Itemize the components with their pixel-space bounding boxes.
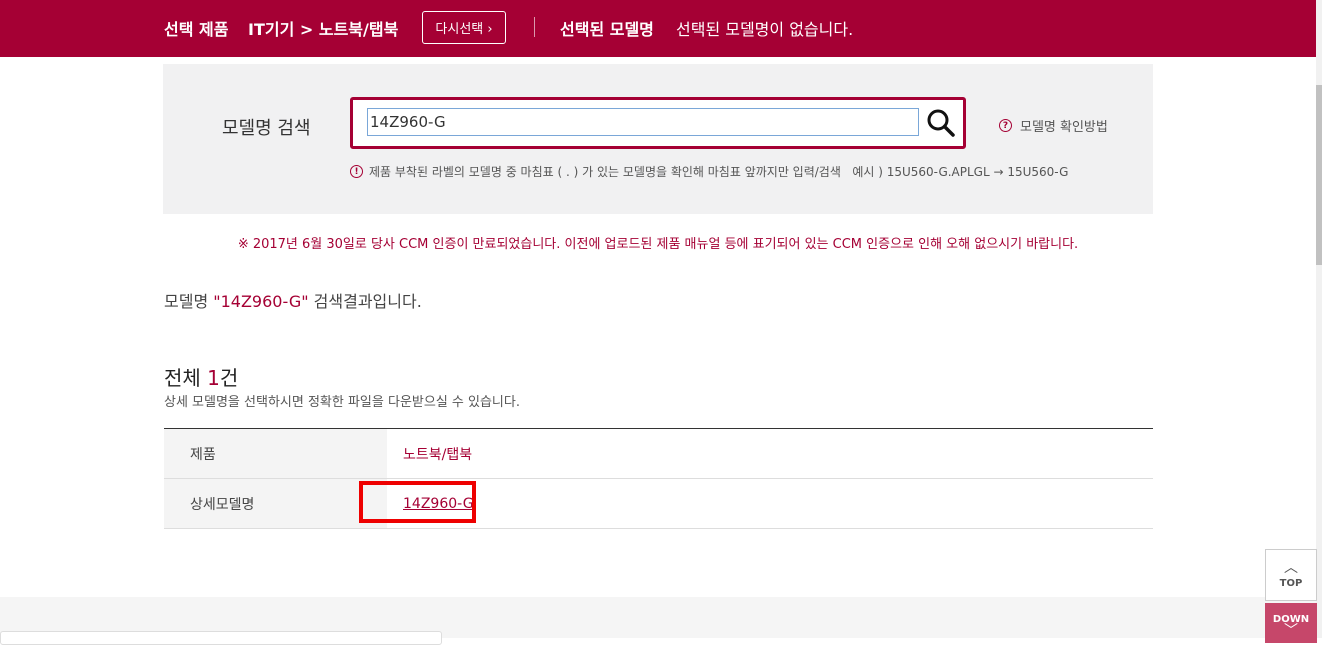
- reselect-button[interactable]: 다시선택 ›: [422, 11, 506, 44]
- detail-model-link[interactable]: 14Z960-G: [403, 496, 474, 512]
- result-prefix: 모델명: [164, 292, 214, 311]
- search-note: ! 제품 부착된 라벨의 모델명 중 마침표 ( . ) 가 있는 모델명을 확…: [350, 163, 1068, 180]
- model-search-label: 모델명 검색: [222, 118, 311, 139]
- total-suffix: 건: [219, 366, 239, 390]
- question-icon: ?: [999, 119, 1012, 132]
- result-query: "14Z960-G": [213, 292, 309, 311]
- scroll-top-button[interactable]: ︿ TOP: [1265, 549, 1317, 601]
- selection-bar: 선택 제품 IT기기 > 노트북/탭북 다시선택 › 선택된 모델명 선택된 모…: [0, 0, 1316, 57]
- search-icon: [927, 109, 955, 137]
- row-value-product: 노트북/탭북: [387, 428, 1153, 479]
- row-value-detail-model: 14Z960-G: [387, 478, 1153, 529]
- divider: [534, 17, 535, 37]
- scrollbar-thumb[interactable]: [1316, 85, 1322, 265]
- result-table: 제품 노트북/탭북 상세모델명 14Z960-G: [164, 428, 1153, 529]
- search-result-summary: 모델명 "14Z960-G" 검색결과입니다.: [164, 288, 422, 312]
- chevron-up-icon: ︿: [1284, 559, 1298, 576]
- result-suffix: 검색결과입니다.: [308, 292, 422, 311]
- selected-model-label: 선택된 모델명: [560, 20, 654, 39]
- model-search-panel: 모델명 검색 ? 모델명 확인방법 ! 제품 부착된 라벨의 모델명 중 마침표…: [163, 64, 1153, 214]
- total-count: 1: [207, 366, 220, 390]
- scroll-top-label: TOP: [1279, 577, 1303, 589]
- search-note-text: 제품 부착된 라벨의 모델명 중 마침표 ( . ) 가 있는 모델명을 확인해…: [369, 165, 1069, 179]
- model-search-box: [350, 97, 966, 149]
- page-scrollbar[interactable]: [1316, 0, 1322, 638]
- scroll-down-button[interactable]: DOWN ﹀: [1265, 603, 1317, 643]
- model-help-label: 모델명 확인방법: [1020, 120, 1108, 135]
- selected-product-label: 선택 제품: [164, 20, 229, 39]
- model-search-input[interactable]: [367, 108, 919, 136]
- exclamation-icon: !: [350, 165, 363, 178]
- selected-model-value: 선택된 모델명이 없습니다.: [676, 20, 854, 39]
- model-help-link[interactable]: ? 모델명 확인방법: [999, 116, 1108, 135]
- footer-widget: [0, 631, 442, 645]
- row-header-detail-model: 상세모델명: [164, 478, 387, 529]
- table-row: 제품 노트북/탭북: [164, 428, 1153, 479]
- search-button[interactable]: [925, 107, 957, 139]
- ccm-notice: ※ 2017년 6월 30일로 당사 CCM 인증이 만료되었습니다. 이전에 …: [237, 237, 1079, 252]
- row-header-product: 제품: [164, 428, 387, 479]
- chevron-down-icon: ﹀: [1284, 623, 1298, 639]
- total-subtitle: 상세 모델명을 선택하시면 정확한 파일을 다운받으실 수 있습니다.: [164, 395, 520, 410]
- category-breadcrumb: IT기기 > 노트북/탭북: [248, 20, 399, 39]
- table-row: 상세모델명 14Z960-G: [164, 478, 1153, 529]
- total-prefix: 전체: [164, 366, 208, 390]
- total-count-heading: 전체 1건: [164, 362, 238, 391]
